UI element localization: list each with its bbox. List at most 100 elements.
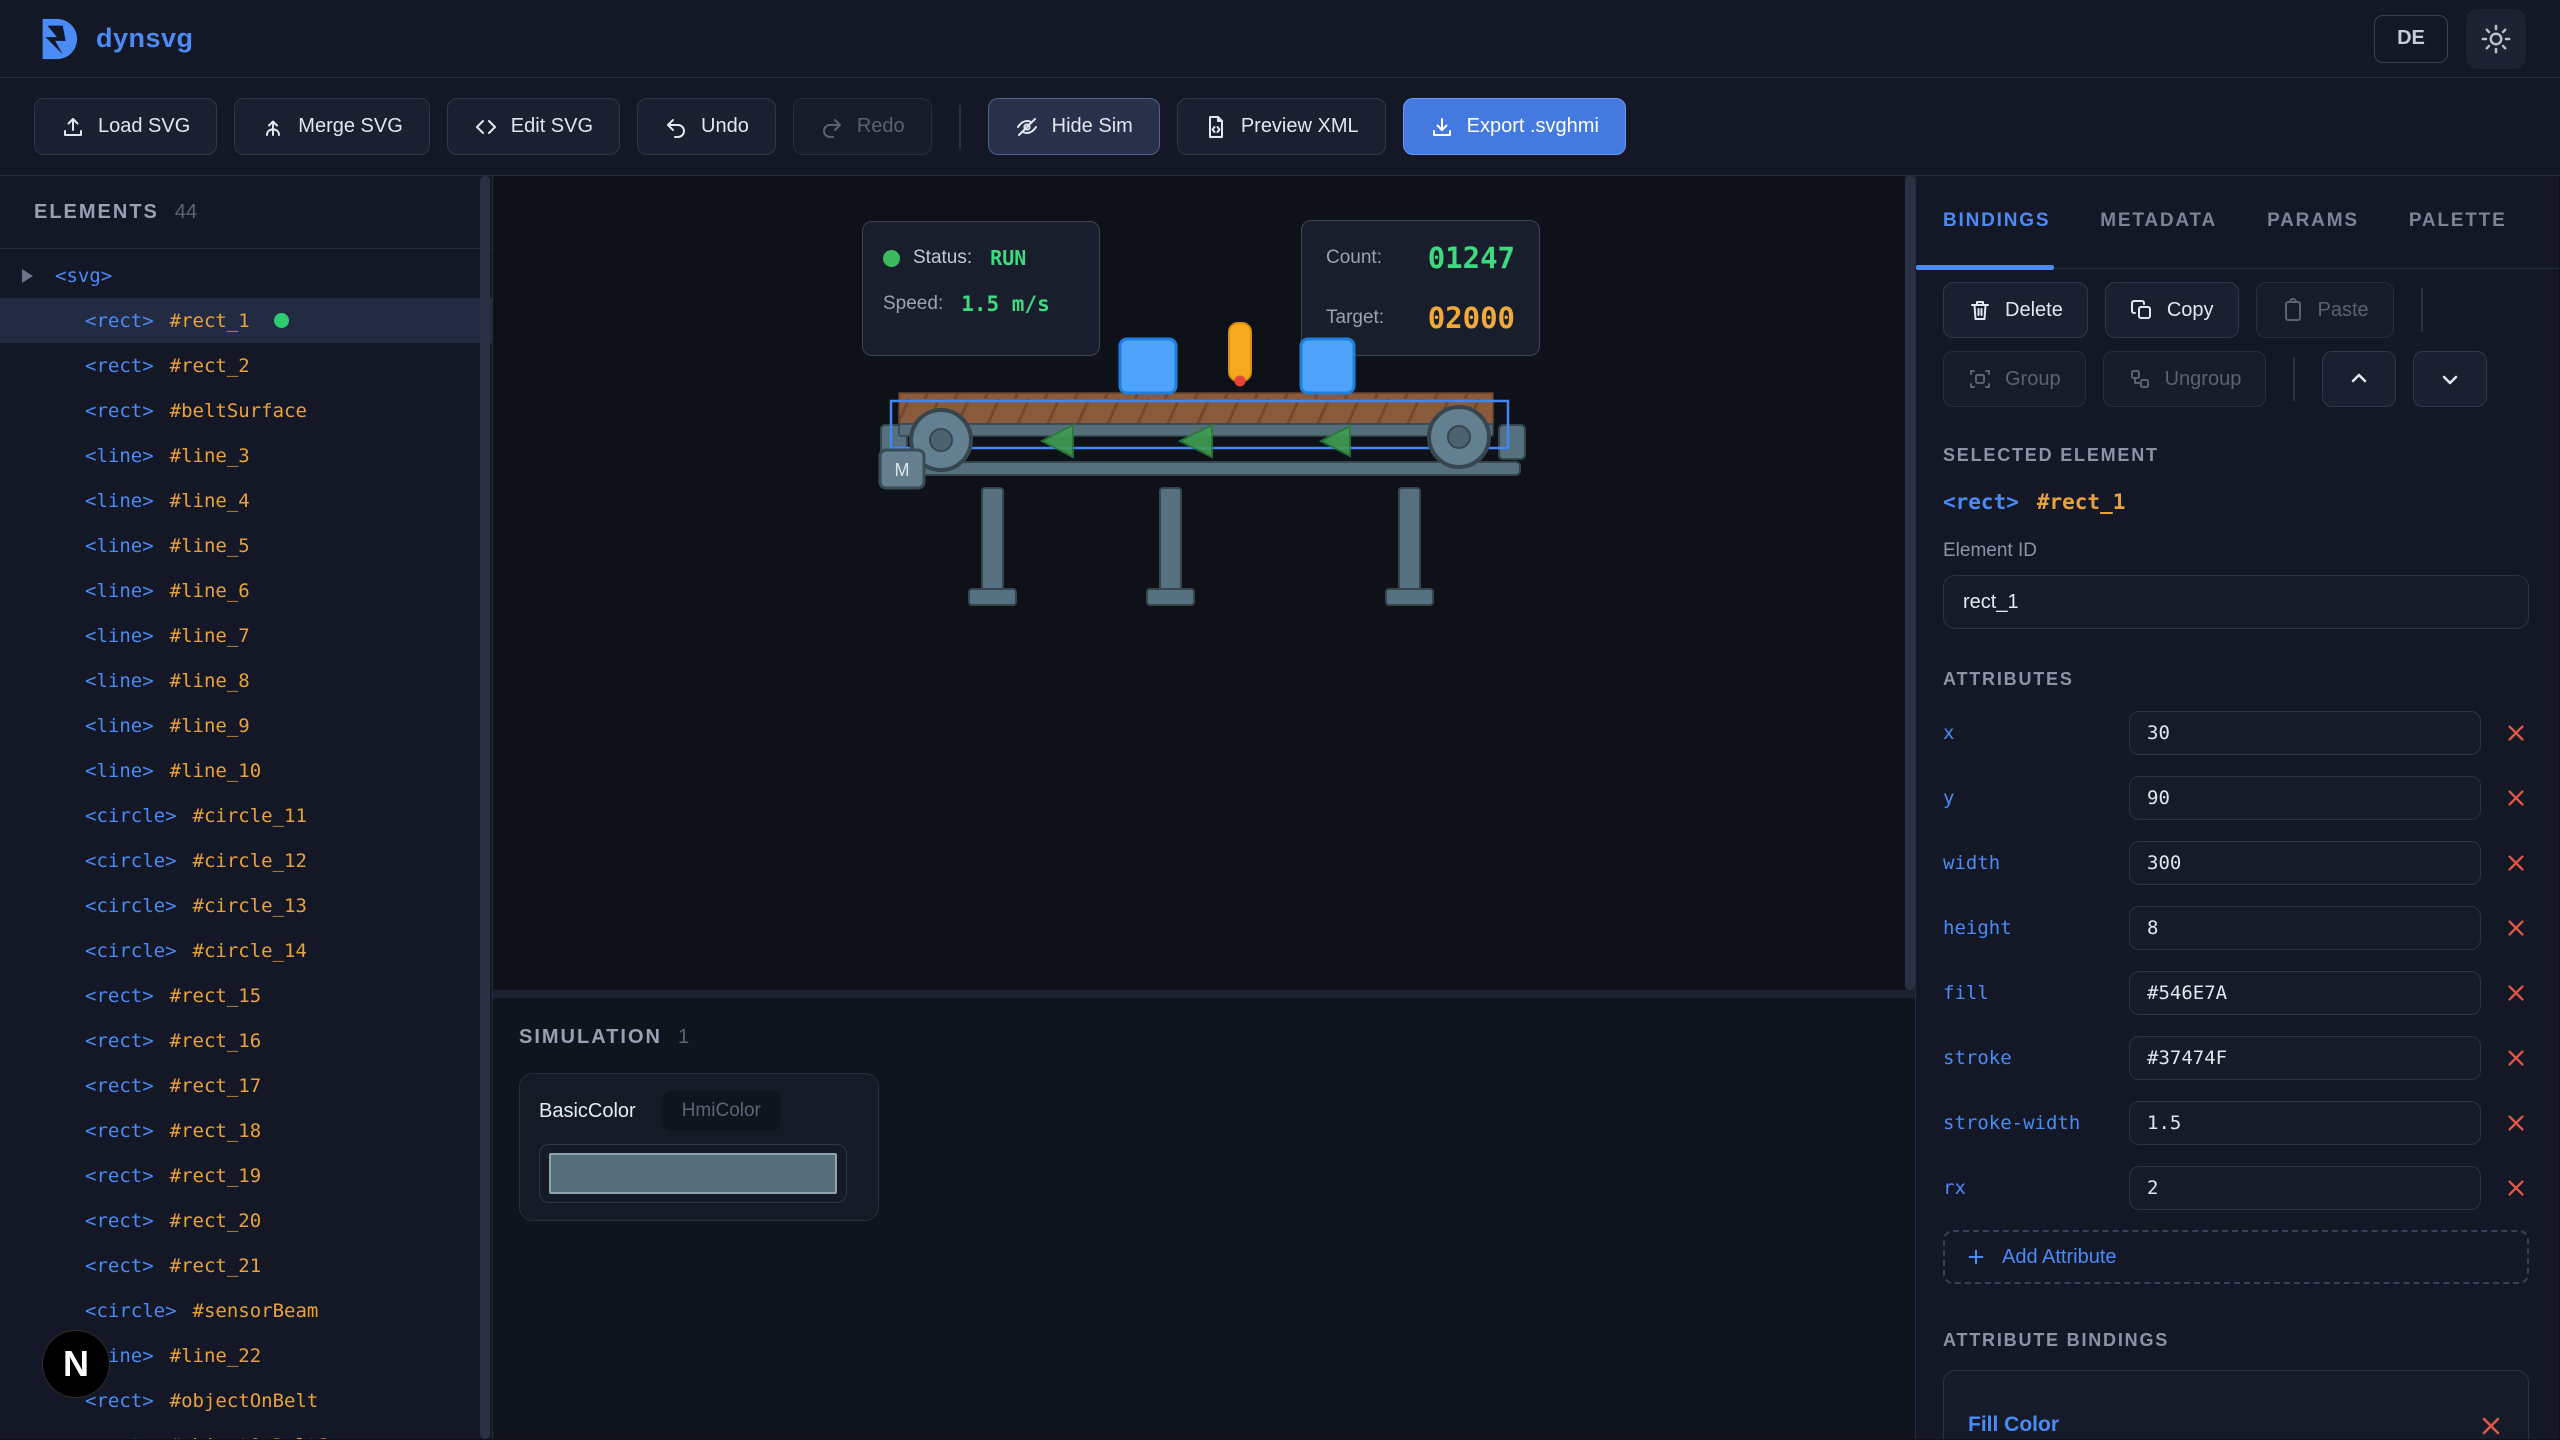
tab-palette[interactable]: PALETTE xyxy=(2409,210,2507,268)
attribute-name: fill xyxy=(1943,982,2129,1004)
tree-item[interactable]: <line>#line_7 xyxy=(0,613,492,658)
edit-svg-button[interactable]: Edit SVG xyxy=(447,98,620,155)
clipboard-icon xyxy=(2281,298,2305,322)
group-actions-row: Group Ungroup xyxy=(1943,351,2529,407)
undo-button[interactable]: Undo xyxy=(637,98,776,155)
tree-item[interactable]: <line>#line_5 xyxy=(0,523,492,568)
delete-attribute-button[interactable] xyxy=(2503,850,2529,876)
tree-item[interactable]: <rect>#rect_17 xyxy=(0,1063,492,1108)
element-id-input[interactable]: rect_1 xyxy=(1943,575,2529,629)
delete-attribute-button[interactable] xyxy=(2503,1110,2529,1136)
tab-metadata[interactable]: METADATA xyxy=(2100,210,2217,268)
tree-item[interactable]: <line>#line_9 xyxy=(0,703,492,748)
tree-item[interactable]: <circle>#sensorBeam xyxy=(0,1288,492,1333)
object-on-belt[interactable] xyxy=(1120,339,1176,393)
attribute-value-input[interactable]: #37474F xyxy=(2129,1036,2481,1080)
paste-button[interactable]: Paste xyxy=(2256,282,2394,338)
sensor[interactable] xyxy=(1229,323,1251,387)
tree-id: #rect_17 xyxy=(170,1075,262,1097)
conveyor-graphic[interactable]: M xyxy=(853,306,1553,606)
motor-box[interactable]: M xyxy=(880,450,924,488)
body-row: ELEMENTS 44 <svg> <rect>#rect_1<rect>#re… xyxy=(0,176,2560,1439)
tree-id: #rect_15 xyxy=(170,985,262,1007)
delete-attribute-button[interactable] xyxy=(2503,1045,2529,1071)
attribute-value-input[interactable]: 90 xyxy=(2129,776,2481,820)
tree-id: #rect_19 xyxy=(170,1165,262,1187)
tab-bindings[interactable]: BINDINGS xyxy=(1943,210,2050,268)
language-button[interactable]: DE xyxy=(2374,15,2448,63)
move-down-button[interactable] xyxy=(2413,351,2487,407)
roller-right[interactable] xyxy=(1429,407,1489,467)
canvas-scrollbar[interactable] xyxy=(1905,176,1915,990)
copy-label: Copy xyxy=(2167,299,2214,322)
tree-tag: <line> xyxy=(85,625,154,647)
delete-attribute-button[interactable] xyxy=(2503,1175,2529,1201)
attribute-value-input[interactable]: 1.5 xyxy=(2129,1101,2481,1145)
elements-title: ELEMENTS xyxy=(34,201,159,224)
attribute-rows: x30y90width300height8fill#546E7Astroke#3… xyxy=(1943,711,2529,1210)
inspector-tabs: BINDINGS METADATA PARAMS PALETTE xyxy=(1916,176,2559,269)
tree-item[interactable]: <rect>#rect_19 xyxy=(0,1153,492,1198)
delete-attribute-button[interactable] xyxy=(2503,980,2529,1006)
add-attribute-button[interactable]: Add Attribute xyxy=(1943,1230,2529,1284)
hmi-color-tab[interactable]: HmiColor xyxy=(662,1091,781,1131)
attribute-value-input[interactable]: #546E7A xyxy=(2129,971,2481,1015)
tree-item[interactable]: <rect>#rect_20 xyxy=(0,1198,492,1243)
tree-item[interactable]: <line>#line_6 xyxy=(0,568,492,613)
tree-tag: <rect> xyxy=(85,1255,154,1277)
delete-attribute-button[interactable] xyxy=(2503,720,2529,746)
color-swatch-input[interactable] xyxy=(539,1144,847,1203)
tree-item[interactable]: <rect>#rect_2 xyxy=(0,343,492,388)
motor-label: M xyxy=(895,460,910,480)
attribute-value-input[interactable]: 8 xyxy=(2129,906,2481,950)
tree-item[interactable]: <circle>#circle_12 xyxy=(0,838,492,883)
sidebar-scrollbar[interactable] xyxy=(480,176,490,1439)
ungroup-button[interactable]: Ungroup xyxy=(2103,351,2267,407)
tree-item[interactable]: <rect>#rect_16 xyxy=(0,1018,492,1063)
dev-overlay-badge[interactable]: N xyxy=(42,1330,110,1398)
tree-item[interactable]: <line>#line_3 xyxy=(0,433,492,478)
tree-item[interactable]: <circle>#circle_11 xyxy=(0,793,492,838)
redo-label: Redo xyxy=(857,115,905,138)
redo-button[interactable]: Redo xyxy=(793,98,932,155)
theme-toggle-button[interactable] xyxy=(2466,9,2526,69)
tree-item[interactable]: <rect>#rect_1 xyxy=(0,298,492,343)
tree-item[interactable]: <rect>#beltSurface xyxy=(0,388,492,433)
group-button[interactable]: Group xyxy=(1943,351,2086,407)
copy-button[interactable]: Copy xyxy=(2105,282,2239,338)
tree-id: #objectOnBelt xyxy=(170,1390,319,1412)
tree-item[interactable]: <rect>#rect_18 xyxy=(0,1108,492,1153)
tree-item[interactable]: <rect>#objectOnBelt2 xyxy=(0,1423,492,1439)
export-svghmi-button[interactable]: Export .svghmi xyxy=(1403,98,1626,155)
svg-canvas[interactable]: Status: RUN Speed: 1.5 m/s Count: 01247 … xyxy=(493,176,1915,990)
move-up-button[interactable] xyxy=(2322,351,2396,407)
tree-item[interactable]: <line>#line_8 xyxy=(0,658,492,703)
tree-item[interactable]: <line>#line_4 xyxy=(0,478,492,523)
group-separator xyxy=(2293,357,2295,401)
delete-attribute-button[interactable] xyxy=(2503,785,2529,811)
tree-tag: <line> xyxy=(85,760,154,782)
tab-params[interactable]: PARAMS xyxy=(2267,210,2359,268)
attribute-name: height xyxy=(1943,917,2129,939)
remove-binding-button[interactable] xyxy=(2478,1413,2504,1439)
hide-sim-button[interactable]: Hide Sim xyxy=(988,98,1160,155)
delete-attribute-button[interactable] xyxy=(2503,915,2529,941)
tree-item[interactable]: <rect>#rect_15 xyxy=(0,973,492,1018)
tree-tag: <rect> xyxy=(85,1210,154,1232)
preview-xml-button[interactable]: Preview XML xyxy=(1177,98,1386,155)
attribute-value-input[interactable]: 30 xyxy=(2129,711,2481,755)
load-svg-label: Load SVG xyxy=(98,115,190,138)
load-svg-button[interactable]: Load SVG xyxy=(34,98,217,155)
tree-item[interactable]: <circle>#circle_13 xyxy=(0,883,492,928)
tree-tag: <line> xyxy=(85,535,154,557)
merge-svg-button[interactable]: Merge SVG xyxy=(234,98,429,155)
tree-item[interactable]: <circle>#circle_14 xyxy=(0,928,492,973)
delete-button[interactable]: Delete xyxy=(1943,282,2088,338)
edit-actions-row: Delete Copy Paste xyxy=(1943,282,2529,338)
object-on-belt-2[interactable] xyxy=(1301,339,1354,393)
tree-item[interactable]: <line>#line_10 xyxy=(0,748,492,793)
attribute-value-input[interactable]: 2 xyxy=(2129,1166,2481,1210)
tree-item[interactable]: <rect>#rect_21 xyxy=(0,1243,492,1288)
tree-item-svg-root[interactable]: <svg> xyxy=(0,253,492,298)
attribute-value-input[interactable]: 300 xyxy=(2129,841,2481,885)
